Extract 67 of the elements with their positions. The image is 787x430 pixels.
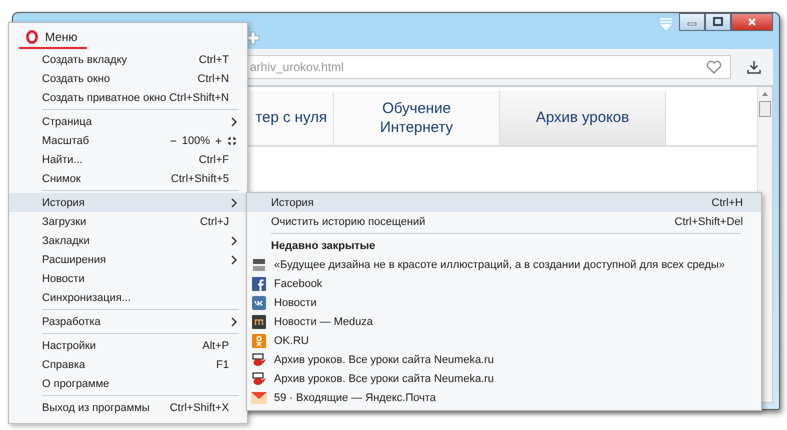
zoom-out-button[interactable]: − bbox=[170, 134, 177, 148]
shortcut-text: Ctrl+H bbox=[712, 196, 743, 208]
recent-tab-title: OK.RU bbox=[274, 334, 309, 346]
menu-item-label: История bbox=[42, 196, 85, 208]
recent-tab-title: Facebook bbox=[274, 278, 322, 290]
menu-item-label: Закладки bbox=[42, 234, 90, 246]
shortcut-text: Ctrl+Shift+Del bbox=[674, 216, 743, 228]
menu-item-label: Масштаб bbox=[42, 134, 90, 146]
shortcut-text: Ctrl+J bbox=[200, 216, 229, 228]
menu-item-label: Разработка bbox=[42, 316, 101, 328]
recent-tab-item[interactable]: Новости — Meduza bbox=[247, 312, 761, 331]
recent-tab-title: Архив уроков. Все уроки сайта Neumeka.ru bbox=[274, 372, 494, 384]
recent-tab-title: «Будущее дизайна не в красоте иллюстраций, а в создании доступной для всех среды» bbox=[274, 258, 725, 270]
menu-item[interactable]: Закладки bbox=[9, 231, 247, 250]
menu-item[interactable]: История bbox=[9, 193, 247, 212]
recent-tab-title: Новости — Meduza bbox=[274, 316, 373, 328]
shortcut-text: Ctrl+T bbox=[198, 54, 229, 66]
recent-tab-item[interactable]: OK.RU bbox=[247, 331, 761, 350]
menu-item-label: О программе bbox=[42, 378, 110, 390]
menu-item[interactable]: О программе bbox=[9, 374, 247, 393]
shortcut-text: Alt+P bbox=[202, 340, 229, 352]
menu-item-label: Найти... bbox=[42, 154, 83, 166]
menu-item-label: Новости bbox=[42, 272, 85, 284]
shortcut-text: Ctrl+Shift+N bbox=[169, 92, 229, 104]
menu-item-label: История bbox=[271, 196, 314, 208]
menu-item-label: Создать приватное окно bbox=[42, 92, 166, 104]
recent-tab-item[interactable]: Архив уроков. Все уроки сайта Neumeka.ru bbox=[247, 350, 761, 369]
menu-item[interactable]: Настройки Alt+P bbox=[9, 336, 247, 355]
menu-item[interactable]: Расширения bbox=[9, 250, 247, 269]
recent-tab-item[interactable]: Facebook bbox=[247, 274, 761, 293]
zoom-in-button[interactable]: + bbox=[214, 134, 222, 148]
menu-item-label: Создать вкладку bbox=[42, 54, 128, 66]
menu-item-label: Синхронизация... bbox=[42, 292, 131, 304]
shortcut-text: Ctrl+Shift+X bbox=[170, 402, 229, 414]
site-nav-tab[interactable]: Архив уроков bbox=[500, 91, 666, 145]
menu-item[interactable]: Разработка bbox=[9, 312, 247, 331]
shortcut-text: Ctrl+Shift+5 bbox=[170, 172, 229, 184]
menu-item-label: Справка bbox=[42, 358, 86, 370]
menu-item[interactable]: Новости bbox=[9, 269, 247, 288]
recent-tab-item[interactable]: «Будущее дизайна не в красоте иллюстраций, а в создании доступной для всех среды» bbox=[247, 255, 761, 274]
recent-tab-title: 59 · Входящие — Яндекс.Почта bbox=[274, 392, 436, 404]
section-heading: Недавно закрытые bbox=[271, 240, 376, 252]
menu-item[interactable]: Очистить историю посещений Ctrl+Shift+Del bbox=[247, 212, 761, 231]
menu-item[interactable]: Выход из программы Ctrl+Shift+X bbox=[9, 398, 247, 417]
menu-title: Меню bbox=[45, 30, 78, 44]
menu-item-label: Настройки bbox=[42, 340, 96, 352]
recent-tab-item[interactable]: 59 · Входящие — Яндекс.Почта bbox=[247, 388, 761, 407]
recent-tab-item[interactable]: Новости bbox=[247, 293, 761, 312]
menu-item-label: Снимок bbox=[42, 172, 81, 184]
menu-item-label: Загрузки bbox=[42, 216, 86, 228]
menu-item[interactable]: Загрузки Ctrl+J bbox=[9, 212, 247, 231]
menu-item[interactable]: Синхронизация... bbox=[9, 288, 247, 307]
recent-tab-title: Новости bbox=[274, 296, 317, 308]
recent-tab-title: Архив уроков. Все уроки сайта Neumeka.ru bbox=[274, 354, 494, 366]
shortcut-text: F1 bbox=[216, 358, 229, 370]
recent-tab-item[interactable]: Архив уроков. Все уроки сайта Neumeka.ru bbox=[247, 369, 761, 388]
menu-item[interactable]: Справка F1 bbox=[9, 355, 247, 374]
shortcut-text: Ctrl+F bbox=[198, 154, 229, 166]
menu-item-label: Очистить историю посещений bbox=[271, 216, 426, 228]
menu-item[interactable]: Найти... Ctrl+F bbox=[9, 150, 247, 169]
zoom-value: 100% bbox=[182, 134, 210, 146]
site-nav-tab[interactable]: Обучение Интернету bbox=[334, 91, 500, 145]
menu-item-label: Страница bbox=[42, 116, 92, 128]
menu-item[interactable]: История Ctrl+H bbox=[247, 193, 761, 212]
menu-item-label: Расширения bbox=[42, 254, 106, 266]
menu-item[interactable]: Снимок Ctrl+Shift+5 bbox=[9, 169, 247, 188]
menu-item-label: Выход из программы bbox=[42, 402, 150, 414]
